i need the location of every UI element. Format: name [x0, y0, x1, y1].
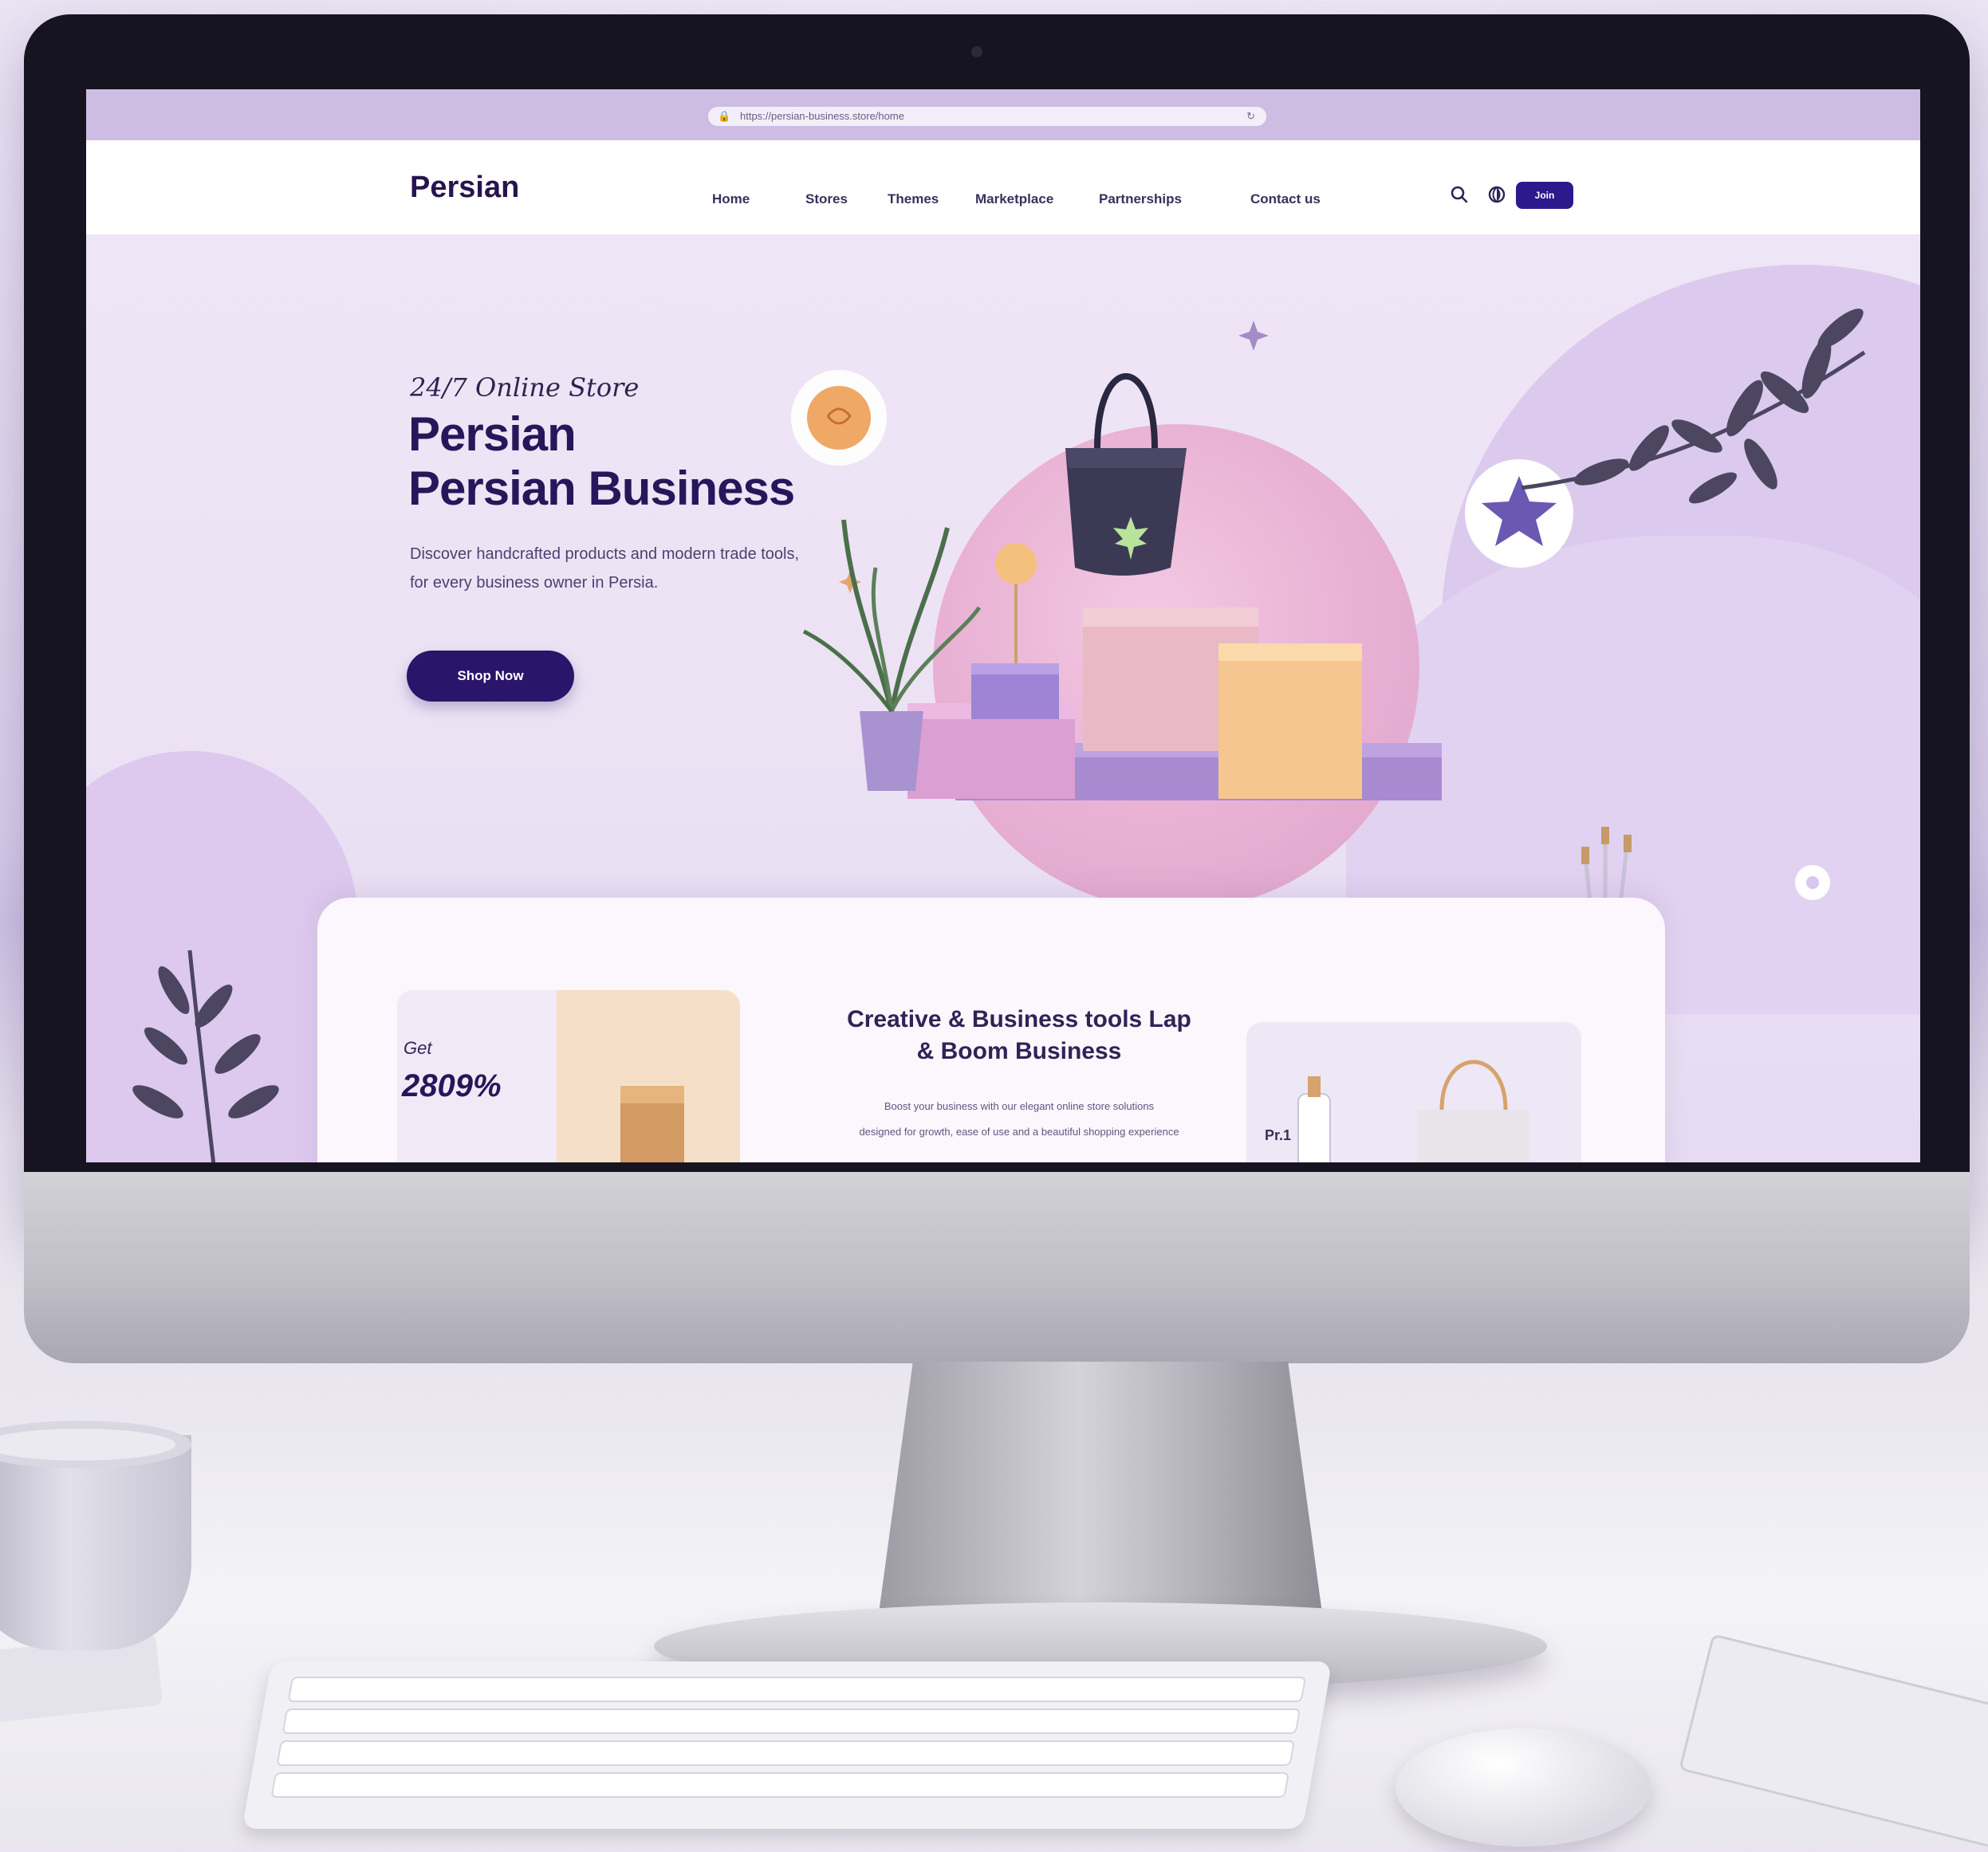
nav-item-contact[interactable]: Contact us	[1250, 191, 1321, 207]
search-icon[interactable]	[1448, 183, 1470, 206]
product-illustration	[1297, 1060, 1529, 1162]
branch-decoration	[132, 950, 279, 1162]
mouse[interactable]	[1396, 1728, 1651, 1846]
product-card-label: Pr.1	[1265, 1127, 1292, 1143]
keyboard-keys	[271, 1677, 1306, 1798]
features-paragraph-line2: designed for growth, ease of use and a b…	[859, 1126, 1179, 1138]
features-title-line2: & Boom Business	[916, 1038, 1122, 1064]
stat-card-value: 2809%	[402, 1068, 502, 1103]
keyboard[interactable]	[242, 1661, 1333, 1829]
url-text: https://persian-business.store/home	[740, 110, 904, 122]
box-icon	[620, 1086, 684, 1162]
webcam-icon	[971, 46, 982, 57]
site-logo[interactable]: Persian	[410, 171, 519, 205]
monitor-stand	[877, 1362, 1324, 1625]
nav-item-partnerships[interactable]: Partnerships	[1099, 191, 1182, 207]
screen: 🔒 https://persian-business.store/home ↻ …	[86, 89, 1920, 1162]
monitor-chin	[24, 1172, 1970, 1363]
site-navbar	[86, 140, 1920, 234]
language-icon[interactable]	[1486, 183, 1508, 206]
join-button[interactable]: Join	[1516, 182, 1573, 209]
features-title-line1: Creative & Business tools Lap	[847, 1006, 1191, 1032]
nav-item-stores[interactable]: Stores	[805, 191, 848, 207]
features-paragraph-line1: Boost your business with our elegant onl…	[884, 1100, 1155, 1112]
nav-item-home[interactable]: Home	[712, 191, 750, 207]
reload-icon[interactable]: ↻	[1246, 107, 1255, 126]
nav-item-themes[interactable]: Themes	[888, 191, 939, 207]
nav-item-marketplace[interactable]: Marketplace	[975, 191, 1053, 207]
lock-icon: 🔒	[718, 110, 731, 122]
hero-illustration	[791, 309, 1866, 926]
url-field[interactable]: 🔒 https://persian-business.store/home ↻	[708, 107, 1266, 126]
stat-card-label: Get	[404, 1038, 432, 1058]
